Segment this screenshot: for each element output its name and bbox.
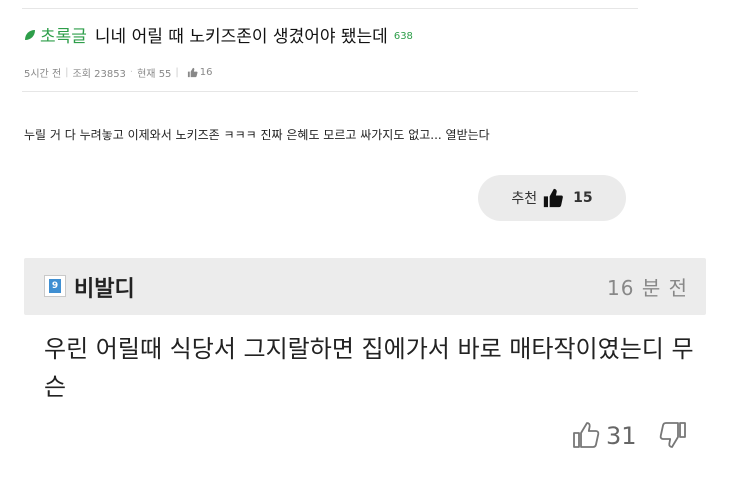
post-meta: 5시간 전 | 조회 23853 · 현재 55 | 16 bbox=[24, 65, 213, 80]
recommend-label: 추천 bbox=[511, 191, 538, 207]
meta-separator: | bbox=[65, 67, 69, 78]
top-divider bbox=[22, 8, 638, 9]
view-count: 조회 23853 bbox=[72, 69, 126, 80]
comment-time: 16 분 전 bbox=[607, 276, 688, 300]
post-title-row: 초록글 니네 어릴 때 노키즈존이 생겼어야 됐는데 638 bbox=[24, 22, 413, 47]
thumbs-up-icon[interactable] bbox=[571, 420, 601, 450]
post-time: 5시간 전 bbox=[24, 69, 62, 80]
comment-count: 638 bbox=[393, 31, 413, 42]
comment-header: 9 비발디 16 분 전 bbox=[24, 258, 706, 315]
current-viewers: 현재 55 bbox=[137, 69, 172, 80]
thumbs-up-icon bbox=[187, 67, 198, 78]
thumbs-up-icon bbox=[543, 188, 563, 208]
leaf-icon bbox=[25, 29, 35, 40]
user-avatar[interactable]: 9 bbox=[44, 275, 66, 297]
recommend-count: 15 bbox=[573, 190, 593, 206]
comment-text: 우린 어릴때 식당서 그지랄하면 집에가서 바로 매타작이였는디 무슨 bbox=[44, 335, 694, 401]
thumbs-down-icon[interactable] bbox=[658, 420, 688, 450]
avatar-level-icon: 9 bbox=[49, 279, 61, 293]
meta-divider bbox=[22, 91, 638, 92]
comment-like-count: 31 bbox=[606, 422, 637, 450]
recommend-button[interactable]: 추천 15 bbox=[478, 175, 626, 221]
post-title[interactable]: 니네 어릴 때 노키즈존이 생겼어야 됐는데 bbox=[95, 22, 388, 47]
comment-username[interactable]: 비발디 bbox=[74, 271, 135, 303]
best-post-badge[interactable]: 초록글 bbox=[40, 22, 87, 47]
post-body: 누릴 거 다 누려놓고 이제와서 노키즈존 ㅋㅋㅋ 진짜 은혜도 모르고 싸가지… bbox=[24, 128, 490, 142]
meta-separator: | bbox=[175, 67, 179, 78]
meta-separator: · bbox=[129, 67, 134, 78]
post-likes: 16 bbox=[199, 67, 213, 78]
